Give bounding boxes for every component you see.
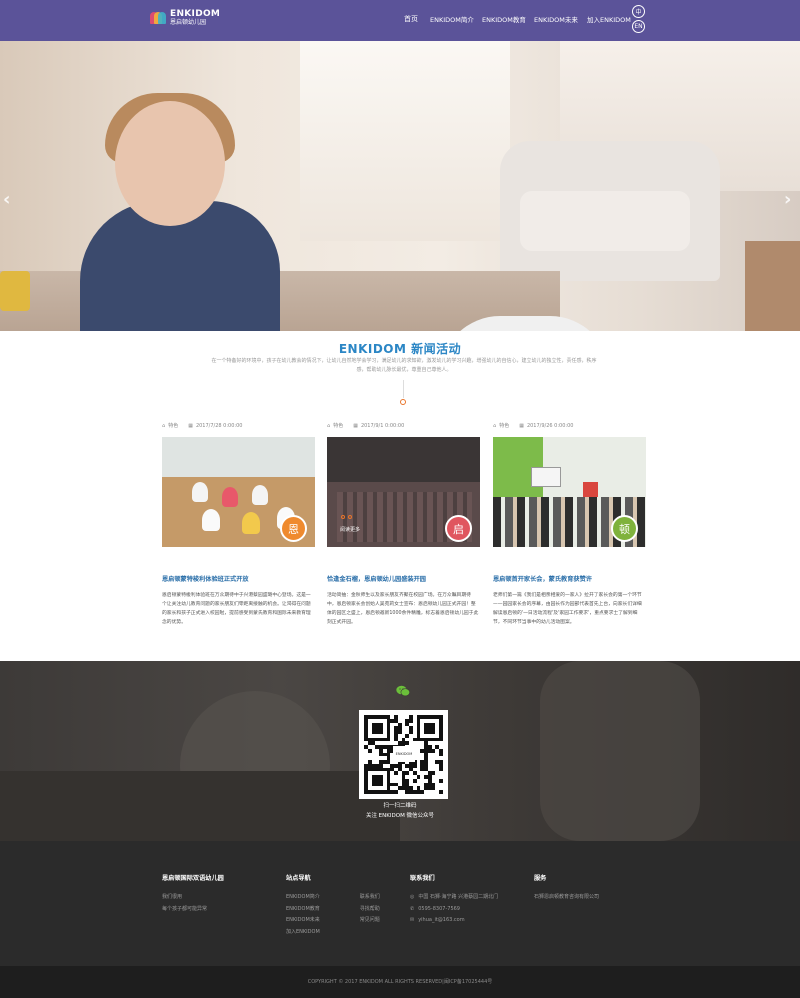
nav-join[interactable]: 加入ENKIDOM (587, 14, 631, 24)
section-divider (403, 380, 404, 398)
tag-icon: ⌂ (493, 423, 497, 429)
news-date: 2017/7/28 0:00:00 (195, 422, 243, 429)
contact-phone[interactable]: 0595-8307-7569 (418, 904, 460, 916)
footer-link[interactable]: ENKIDOM教育 (286, 904, 320, 916)
footer-col-service: 服务 石狮恩启顿教育咨询有限公司 (534, 873, 599, 904)
news-title[interactable]: 恰逢金石榴，恩启顿幼儿园盛装开园 (327, 574, 480, 583)
footer-link[interactable]: ENKIDOM简介 (286, 892, 320, 904)
footer-link[interactable]: 加入ENKIDOM (286, 927, 320, 939)
contact-email[interactable]: yihua_it@163.com (418, 915, 464, 927)
calendar-icon: ▦ (353, 422, 358, 429)
news-section-description: 在一个特备好的环境中，孩子在幼儿教会的情况下，让幼儿自然地学会学习，满足幼儿的求… (211, 358, 597, 373)
read-more-link[interactable]: 阅读更多 (340, 526, 360, 533)
tag-icon: ⌂ (162, 423, 166, 429)
footer-col-nav: 站点导航 ENKIDOM简介 ENKIDOM教育 ENKIDOM未来 加入ENK… (286, 873, 380, 938)
news-card[interactable]: ⌂ 特色 ▦ 2017/9/1 0:00:00 阅读更多 启 恰逢金石榴，恩启顿幼儿… (327, 420, 480, 627)
qr-center-logo: ENKIDOM (393, 746, 415, 762)
hero-toy (0, 271, 30, 311)
location-icon: ◎ (410, 894, 415, 900)
hero-child-head (115, 101, 225, 226)
news-card[interactable]: ⌂ 特色 ▦ 2017/9/26 0:00:00 顿 恩启顿首开家长会，蒙氏教育获赞… (493, 420, 646, 627)
news-card[interactable]: ⌂ 特色 ▦ 2017/7/28 0:00:00 恩 恩启顿蒙特梭利体验班正式开放 … (162, 420, 315, 627)
brand-subtitle: 恩启顿幼儿园 (170, 19, 207, 26)
carousel-dots[interactable] (341, 515, 352, 519)
calendar-icon: ▦ (188, 422, 193, 429)
footer-col-contact: 联系我们 ◎ 中国 石狮·海宁路 兴港蔡园二期北门 ✆ 0595-8307-7569… (410, 873, 498, 927)
qr-caption: 扫一扫二维码 (383, 803, 417, 809)
news-excerpt: 活动简抽：金秋师生以及家长朋友齐聚在校园广场。在万众瞩目期待中，恩启顿家长会创始… (327, 593, 479, 625)
hero-sofa-cushion (520, 191, 690, 251)
badge-icon: 恩 (280, 515, 307, 542)
section-divider-dot (400, 399, 406, 405)
nav-future[interactable]: ENKIDOM未来 (534, 14, 578, 24)
news-date: 2017/9/26 0:00:00 (526, 422, 574, 429)
badge-icon: 启 (445, 515, 472, 542)
logo-icon (150, 11, 166, 25)
slider-next-arrow-icon[interactable]: › (784, 189, 791, 210)
footer-link[interactable]: 寻找帮助 (360, 904, 380, 916)
qr-caption-sub: 关注 ENKIDOM 微信公众号 (365, 813, 435, 819)
footer-text: 我们很用 (162, 894, 183, 900)
news-tag: 特色 (499, 423, 510, 429)
lang-en-button[interactable]: EN (632, 20, 645, 33)
wechat-icon (396, 685, 410, 697)
tag-icon: ⌂ (327, 423, 331, 429)
news-excerpt: 恩启顿蒙特梭利体验班在万众期待中于兴港蔡园盛璐中心登场。这是一个让关注幼儿教育问… (162, 593, 311, 625)
footer (0, 841, 800, 966)
news-title[interactable]: 恩启顿首开家长会，蒙氏教育获赞许 (493, 574, 646, 583)
top-nav-bar: ENKIDOM 恩启顿幼儿园 首页 ENKIDOM简介 ENKIDOM教育 EN… (0, 0, 800, 41)
phone-icon: ✆ (410, 905, 415, 912)
calendar-icon: ▦ (519, 422, 524, 429)
badge-icon: 顿 (611, 515, 638, 542)
news-excerpt: 老师们第一篇《我们是相亲相爱的一家人》拉开了家长会的第一个环节——园园家长会的序… (493, 593, 642, 625)
hero-banner: ‹ › (0, 41, 800, 331)
nav-about[interactable]: ENKIDOM简介 (430, 14, 474, 24)
footer-heading: 联系我们 (410, 875, 435, 882)
hero-cabinet (745, 241, 800, 331)
nav-home[interactable]: 首页 (404, 14, 418, 24)
footer-text: 每个孩子都可能异常 (162, 905, 208, 912)
hero-window (300, 41, 510, 241)
footer-heading: 服务 (534, 875, 547, 882)
footer-text: 石狮恩启顿教育咨询有限公司 (534, 894, 600, 900)
lang-zh-button[interactable]: 中 (632, 5, 645, 18)
footer-link[interactable]: ENKIDOM未来 (286, 915, 320, 927)
brand-logo[interactable]: ENKIDOM 恩启顿幼儿园 (150, 10, 220, 26)
footer-link[interactable]: 常见问题 (360, 915, 380, 927)
footer-heading: 站点导航 (286, 875, 311, 882)
contact-address: 中国 石狮·海宁路 兴港蔡园二期北门 (418, 894, 499, 900)
footer-link[interactable]: 联系我们 (360, 892, 380, 904)
news-section-title: ENKIDOM 新闻活动 (338, 342, 462, 356)
brand-name: ENKIDOM (170, 9, 221, 19)
news-date: 2017/9/1 0:00:00 (360, 422, 405, 429)
copyright-bar: COPYRIGHT © 2017 ENKIDOM ALL RIGHTS RESE… (0, 966, 800, 998)
wechat-qr-code: ENKIDOM (359, 710, 448, 799)
news-tag: 特色 (168, 423, 179, 429)
footer-heading: 恩启顿国际双语幼儿园 (162, 875, 224, 882)
nav-education[interactable]: ENKIDOM教育 (482, 14, 526, 24)
slider-prev-arrow-icon[interactable]: ‹ (3, 189, 10, 210)
mail-icon: ✉ (410, 917, 415, 923)
news-title[interactable]: 恩启顿蒙特梭利体验班正式开放 (162, 574, 315, 583)
footer-col-about: 恩启顿国际双语幼儿园 我们很用 每个孩子都可能异常 (162, 873, 224, 915)
news-tag: 特色 (333, 423, 344, 429)
